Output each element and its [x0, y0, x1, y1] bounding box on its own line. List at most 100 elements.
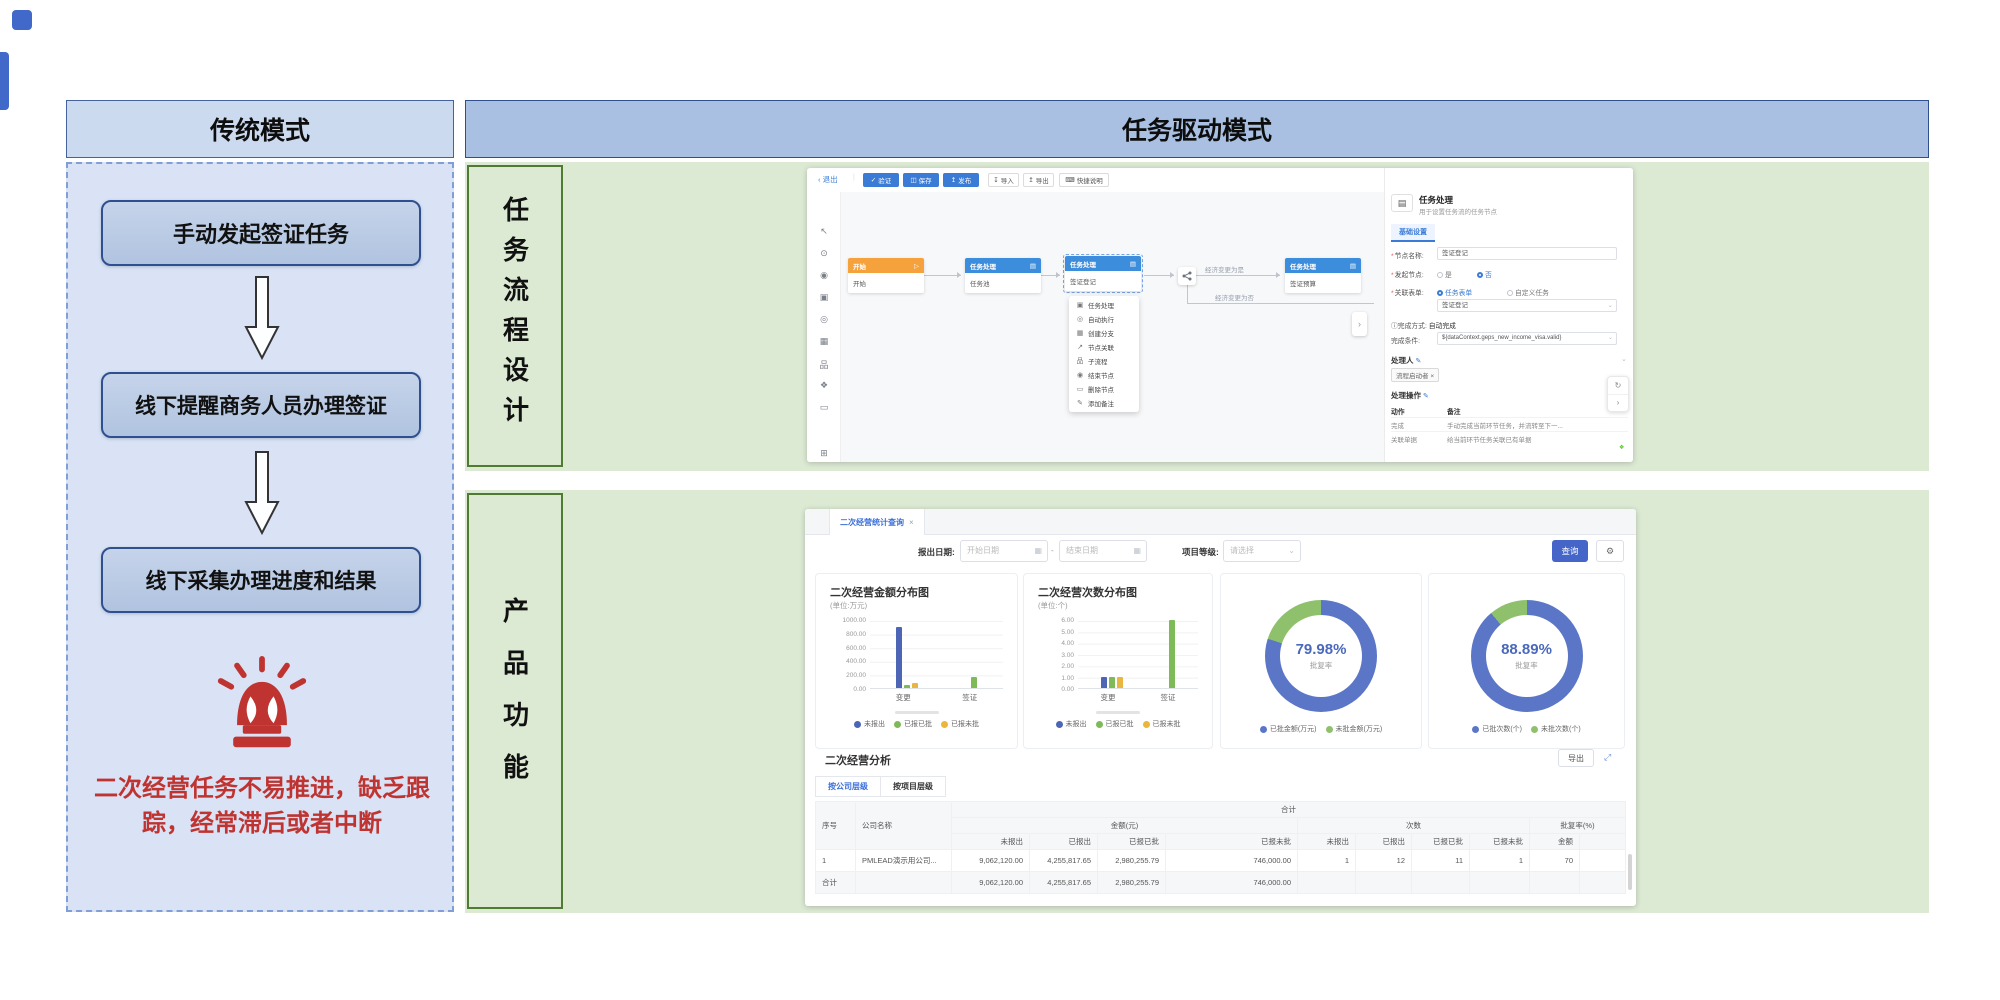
node-visa-budget[interactable]: 任务处理▤ 签证预算	[1285, 258, 1361, 293]
menu-item-auto-run[interactable]: ◎自动执行	[1069, 312, 1139, 326]
menu-item-end-node[interactable]: ◉结束节点	[1069, 368, 1139, 382]
note-icon: ✎	[1076, 399, 1084, 407]
complete-mode-value: 自动完成	[1429, 323, 1456, 330]
card-title: 二次经营金额分布图	[830, 584, 929, 600]
legend-item[interactable]: 已报已批	[894, 719, 932, 729]
node-palette: ↖ ⊙ ◉ ▣ ◎ ▦ 品 ❖ ▭ ⊞	[807, 192, 841, 462]
hand-tool-icon[interactable]: ❖	[807, 380, 841, 391]
legend-item[interactable]: 已批次数(个)	[1472, 724, 1522, 734]
import-button[interactable]: ↧ 导入	[988, 173, 1019, 187]
legend-item[interactable]: 已报未批	[941, 719, 979, 729]
export-button[interactable]: 导出	[1558, 749, 1594, 767]
end-node-icon: ◉	[1076, 371, 1084, 379]
task-node-icon[interactable]: ▣	[807, 292, 841, 303]
end-node-icon[interactable]: ◉	[807, 270, 841, 281]
legend-item[interactable]: 已批金额(万元)	[1260, 724, 1317, 734]
bar-group	[1169, 620, 1175, 688]
start-node-icon[interactable]: ⊙	[807, 248, 841, 259]
tab-secondary-operation-query[interactable]: 二次经营统计查询 ×	[829, 509, 925, 535]
y-tick: 6.00	[1028, 617, 1074, 624]
radio-custom-task[interactable]: 自定义任务	[1507, 287, 1549, 297]
validate-button[interactable]: ✓ 验证	[863, 173, 899, 187]
down-arrow-icon	[244, 447, 280, 539]
legend-item[interactable]: 已报未批	[1143, 719, 1181, 729]
legend-item[interactable]: 未批次数(个)	[1531, 724, 1581, 734]
radio-no[interactable]: 否	[1477, 269, 1492, 279]
project-level-select[interactable]: 请选择 ⌄	[1223, 540, 1301, 562]
legend-dot-icon	[1056, 721, 1063, 728]
tab-by-company[interactable]: 按公司层级	[815, 776, 881, 797]
shortcut-help-button[interactable]: ⌨ 快捷说明	[1059, 173, 1109, 187]
publish-button[interactable]: ↥ 发布	[943, 173, 979, 187]
play-icon: ▷	[914, 262, 919, 270]
save-button[interactable]: ◫ 保存	[903, 173, 939, 187]
connector-icon[interactable]: ↖	[807, 226, 841, 237]
exit-button[interactable]: ‹ 退出	[818, 174, 838, 185]
node-start[interactable]: 开始▷ 开始	[848, 258, 924, 293]
publish-icon: ↥	[951, 176, 956, 184]
end-date-input[interactable]: 结束日期 ▦	[1059, 540, 1147, 562]
tab-by-project[interactable]: 按项目层级	[880, 776, 946, 797]
menu-item-add-note[interactable]: ✎添加备注	[1069, 396, 1139, 410]
branch-node-icon[interactable]: ▦	[807, 336, 841, 347]
node-task-pool[interactable]: 任务处理▤ 任务池	[965, 258, 1041, 293]
chart-legend: 已批次数(个) 未批次数(个)	[1429, 724, 1624, 734]
tab-basic-settings[interactable]: 基础设置	[1391, 224, 1435, 242]
subflow-icon[interactable]: 品	[807, 358, 841, 371]
node-visa-register-selected[interactable]: 任务处理▤ 签证登记	[1063, 254, 1143, 293]
form-select[interactable]: 签证登记⌄	[1437, 299, 1617, 312]
refresh-button[interactable]: ↻	[1608, 377, 1628, 395]
flow-step-3: 线下采集办理进度和结果	[101, 547, 421, 613]
chevron-down-icon: ⌄	[1608, 300, 1613, 311]
node-context-menu: ▣任务处理 ◎自动执行 ▦创建分支 ↗节点关联 品子流程 ◉结束节点 ▭删除节点…	[1069, 296, 1139, 412]
legend-item[interactable]: 未批金额(万元)	[1326, 724, 1383, 734]
card-unit: (单位:万元)	[830, 600, 867, 611]
export-button[interactable]: ↥ 导出	[1023, 173, 1054, 187]
panel-collapse-handle[interactable]: ›	[1352, 312, 1367, 336]
menu-item-delete-node[interactable]: ▭删除节点	[1069, 382, 1139, 396]
legend-item[interactable]: 已报已批	[1096, 719, 1134, 729]
query-button[interactable]: 查询	[1552, 540, 1588, 562]
condition-label: 完成条件:	[1391, 335, 1420, 345]
frame-tool-icon[interactable]: ▭	[807, 402, 841, 413]
group-count: 次数	[1298, 818, 1530, 834]
ops-table-row: 关联单据给当前环节任务关联已有单据	[1391, 432, 1628, 446]
check-icon: ✓	[871, 176, 876, 184]
settings-button[interactable]: ⚙	[1596, 540, 1624, 562]
menu-item-sub-process[interactable]: 品子流程	[1069, 354, 1139, 368]
close-icon[interactable]: ×	[909, 518, 914, 527]
y-tick: 3.00	[1028, 652, 1074, 659]
menu-item-node-link[interactable]: ↗节点关联	[1069, 340, 1139, 354]
bar-group	[971, 677, 977, 688]
auto-node-icon[interactable]: ◎	[807, 314, 841, 325]
legend-dot-icon	[894, 721, 901, 728]
handler-tag[interactable]: 流程启动者 ×	[1391, 368, 1439, 382]
green-mark-icon: ❖	[1619, 444, 1624, 451]
radio-task-form[interactable]: 任务表单	[1437, 287, 1472, 297]
donut-value: 88.89%	[1501, 641, 1552, 658]
grid-icon[interactable]: ⊞	[807, 448, 841, 459]
node-config-panel: ▤ 任务处理 用于设置任务流的任务节点 基础设置 *节点名称: 签证登记 *发起…	[1384, 168, 1633, 462]
card-title: 二次经营次数分布图	[1038, 584, 1137, 600]
radio-yes[interactable]: 是	[1437, 269, 1452, 279]
condition-select[interactable]: ${dataContext.geps_new_income_visa.valid…	[1437, 332, 1617, 345]
auto-run-icon: ◎	[1076, 315, 1084, 323]
zoom-slider[interactable]	[1096, 711, 1140, 714]
bar	[1117, 677, 1123, 688]
flow-step-1: 手动发起签证任务	[101, 200, 421, 266]
plot	[870, 621, 1003, 689]
count-approval-rate-card: 88.89% 批复率 已批次数(个)未批次数(个)	[1428, 573, 1625, 749]
expand-button[interactable]: ›	[1608, 395, 1628, 412]
menu-item-create-branch[interactable]: ▦创建分支	[1069, 326, 1139, 340]
menu-item-task-node[interactable]: ▣任务处理	[1069, 298, 1139, 312]
branch-gateway-node[interactable]	[1178, 267, 1196, 285]
scrollbar-thumb[interactable]	[1628, 854, 1632, 890]
save-icon: ◫	[910, 176, 916, 184]
zoom-slider[interactable]	[895, 711, 939, 714]
chevron-down-icon[interactable]: ⌄	[1621, 355, 1627, 363]
start-date-input[interactable]: 开始日期 ▦	[960, 540, 1048, 562]
legend-item[interactable]: 未报出	[854, 719, 885, 729]
node-name-input[interactable]: 签证登记	[1437, 247, 1617, 260]
legend-item[interactable]: 未报出	[1056, 719, 1087, 729]
fullscreen-icon[interactable]: ⤢	[1604, 752, 1611, 763]
